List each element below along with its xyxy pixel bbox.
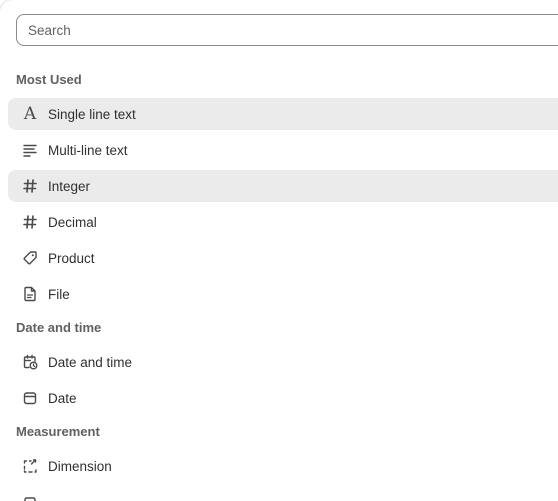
text-align-left-icon (20, 140, 40, 160)
option-label: Decimal (48, 214, 97, 230)
option-label: Multi-line text (48, 142, 128, 158)
search-field[interactable] (16, 14, 558, 46)
option-label: Date (48, 390, 77, 406)
option-date[interactable]: Date (8, 382, 558, 414)
option-product[interactable]: Product (8, 242, 558, 274)
section-title-most-used: Most Used (16, 72, 82, 87)
field-type-picker: Most Used A Single line text Multi-line … (0, 0, 558, 501)
dimension-icon (20, 456, 40, 476)
option-file[interactable]: File (8, 278, 558, 310)
hashtag-icon (20, 176, 40, 196)
option-label: Dimension (48, 458, 112, 474)
text-type-icon: A (23, 103, 37, 124)
option-partially-visible[interactable] (8, 486, 558, 501)
calendar-icon (20, 388, 40, 408)
option-single-line-text[interactable]: A Single line text (8, 98, 558, 130)
product-tag-icon (20, 248, 40, 268)
hashtag-icon (20, 212, 40, 232)
option-decimal[interactable]: Decimal (8, 206, 558, 238)
option-label: Single line text (48, 106, 136, 122)
search-input[interactable] (17, 15, 558, 45)
option-label: File (48, 286, 70, 302)
option-label: Integer (48, 178, 91, 194)
file-icon (20, 284, 40, 304)
section-title-measurement: Measurement (16, 424, 100, 439)
option-label: Date and time (48, 354, 133, 370)
option-multi-line-text[interactable]: Multi-line text (8, 134, 558, 166)
option-date-and-time[interactable]: Date and time (8, 346, 558, 378)
option-dimension[interactable]: Dimension (8, 450, 558, 482)
calendar-clock-icon (20, 352, 40, 372)
option-integer[interactable]: Integer (8, 170, 558, 202)
file-icon (20, 492, 40, 501)
section-title-date-and-time: Date and time (16, 320, 102, 335)
option-label: Product (48, 250, 95, 266)
